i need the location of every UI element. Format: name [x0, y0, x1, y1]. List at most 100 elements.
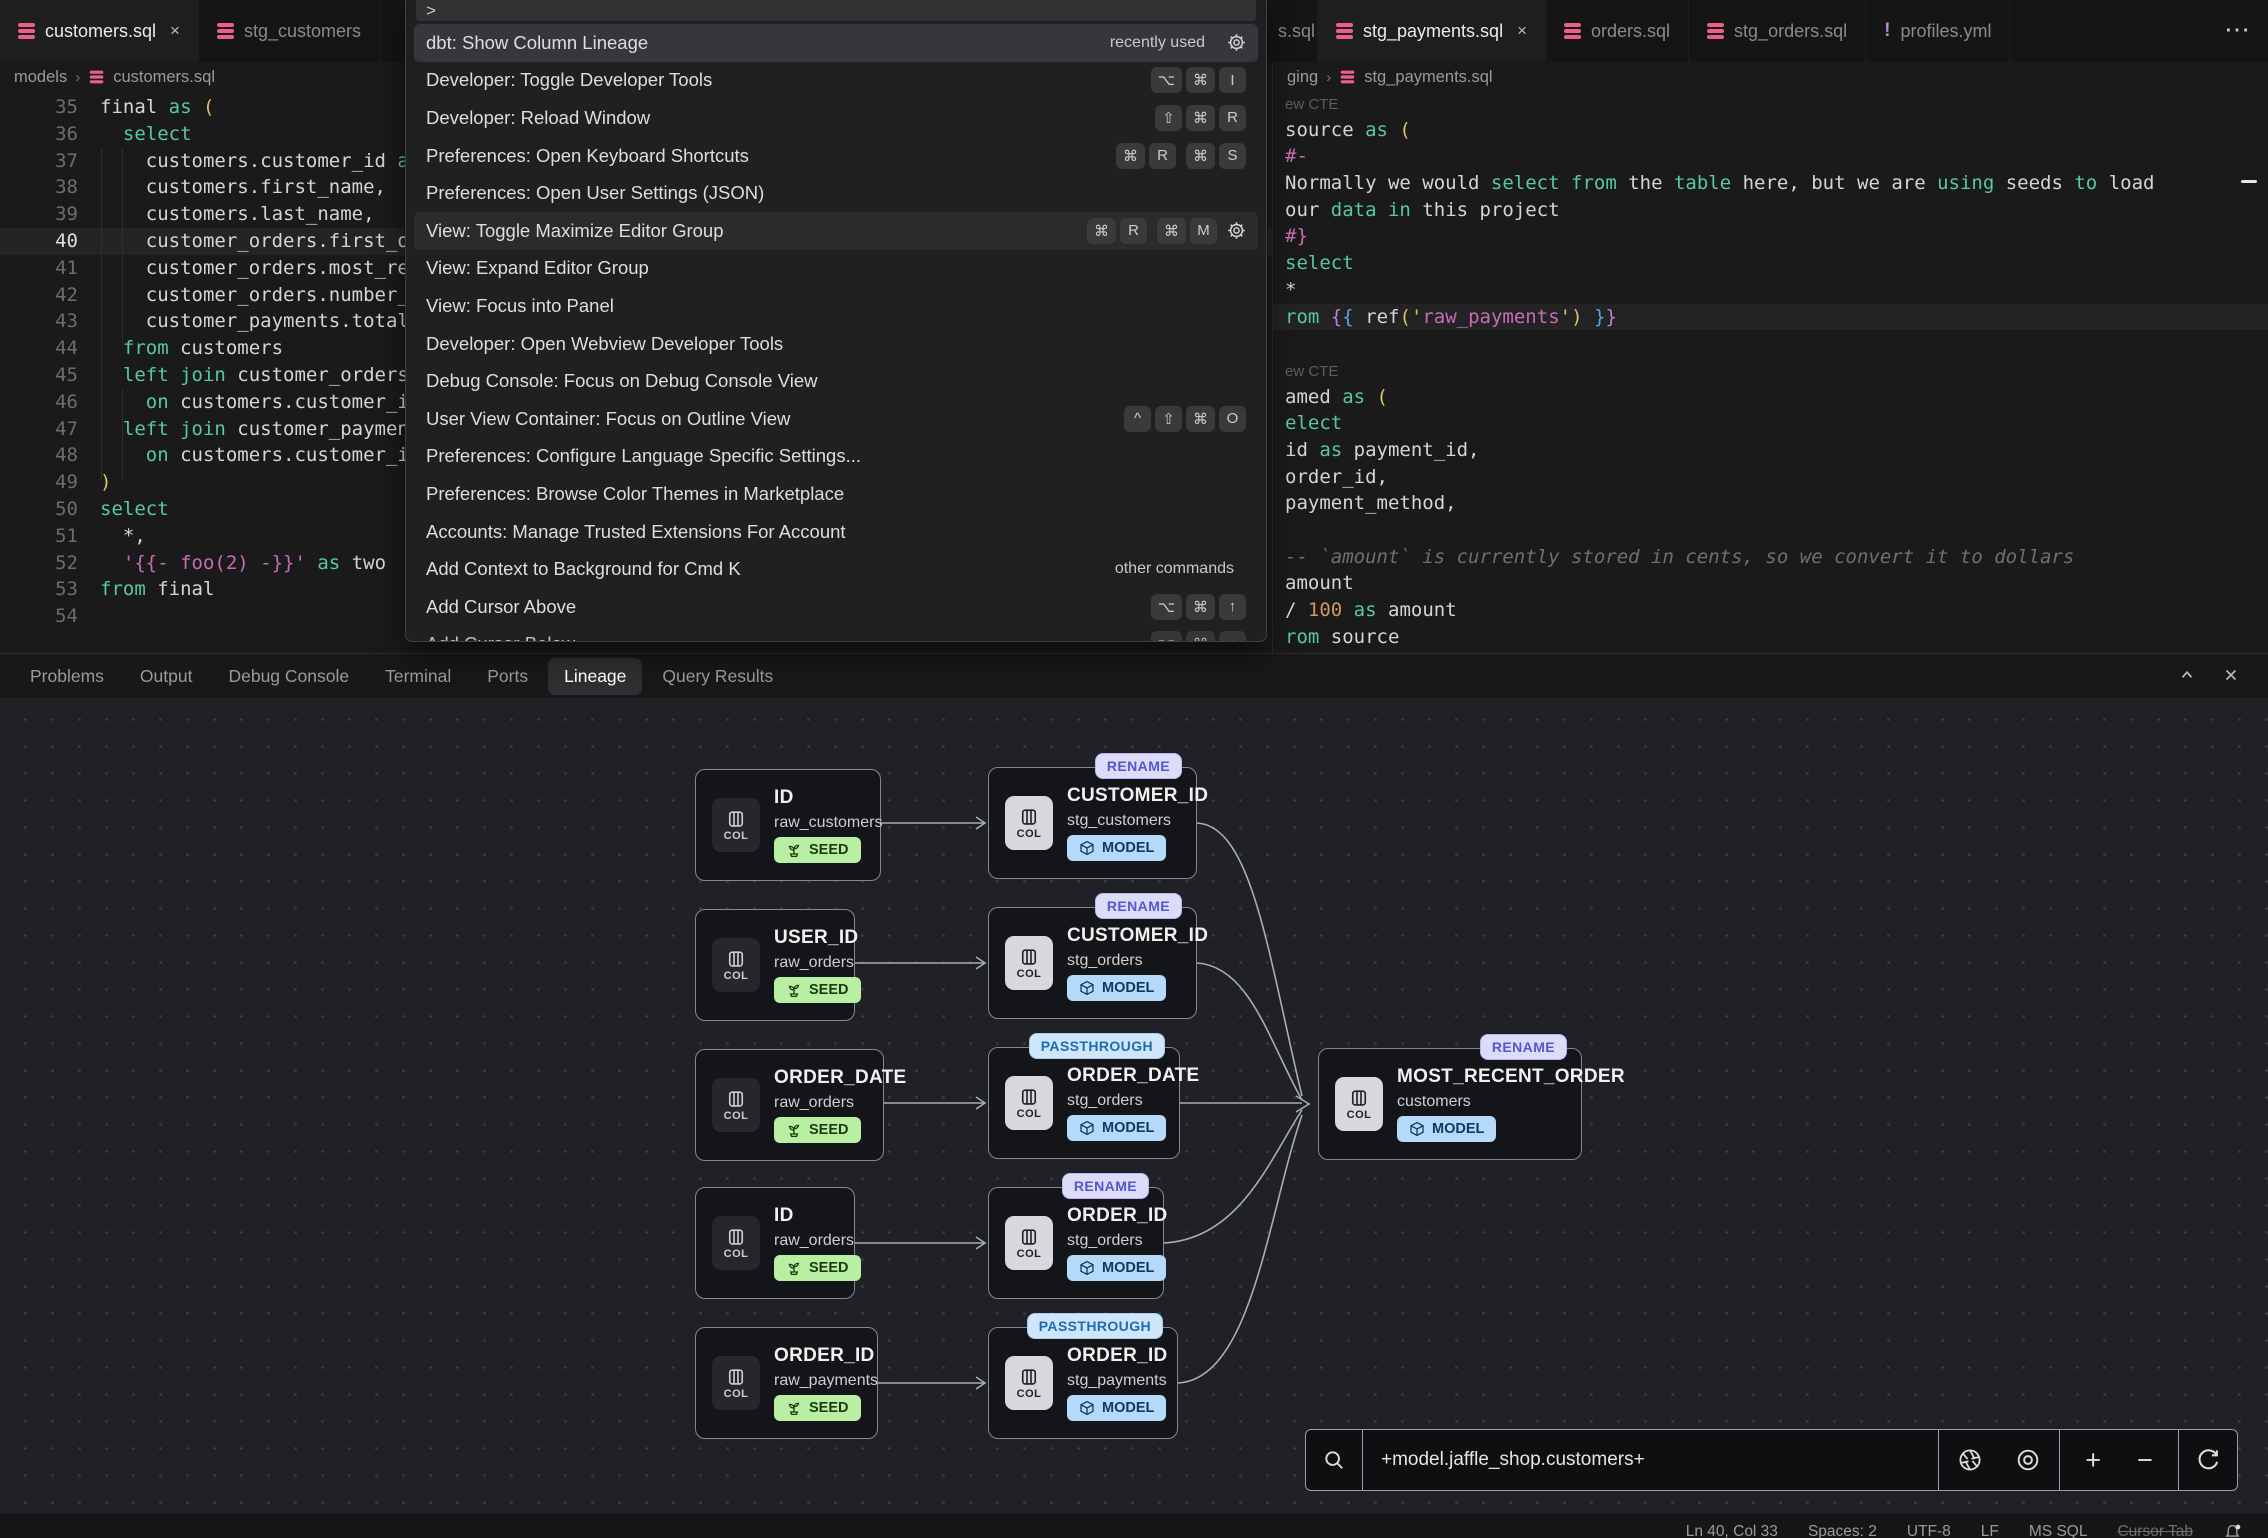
breadcrumb-file[interactable]: stg_payments.sql — [1364, 68, 1492, 87]
node-table: raw_customers — [774, 814, 882, 832]
gear-icon[interactable] — [1227, 33, 1246, 52]
code-line[interactable]: #} — [1273, 223, 2268, 250]
status-item[interactable]: LF — [1981, 1523, 1999, 1538]
code-line[interactable]: id as payment_id, — [1273, 437, 2268, 464]
code-line[interactable]: ew CTE — [1273, 90, 2268, 117]
status-item[interactable]: UTF-8 — [1907, 1523, 1951, 1538]
tab-stg-customers[interactable]: stg_customers — [199, 0, 380, 62]
code-line[interactable]: order_id, — [1273, 464, 2268, 491]
panel-tab-output[interactable]: Output — [140, 666, 193, 687]
tab-orders-sql[interactable]: orders.sql — [1546, 0, 1689, 62]
code-line[interactable]: elect — [1273, 410, 2268, 437]
code-area-stg-payments[interactable]: ew CTE source as (#-Normally we would sel… — [1273, 90, 2268, 650]
lineage-node-stg_orders-order_date[interactable]: PASSTHROUGHCOLORDER_DATEstg_ordersMODEL — [988, 1047, 1180, 1159]
code-line[interactable] — [1273, 330, 2268, 357]
code-line[interactable]: payment_method, — [1273, 490, 2268, 517]
editor-stg-payments[interactable]: ging › stg_payments.sql ew CTE source as … — [1272, 62, 2268, 653]
code-line[interactable]: source as ( — [1273, 117, 2268, 144]
lineage-node-stg_payments-order_id[interactable]: PASSTHROUGHCOLORDER_IDstg_paymentsMODEL — [988, 1327, 1178, 1439]
command-item[interactable]: Add Cursor Above⌥⌘↑ — [414, 588, 1258, 626]
panel-tab-query-results[interactable]: Query Results — [662, 666, 773, 687]
code-line[interactable]: -- `amount` is currently stored in cents… — [1273, 544, 2268, 571]
command-item[interactable]: Add Context to Background for Cmd Kother… — [414, 550, 1258, 588]
tab-stg-orders-sql[interactable]: stg_orders.sql — [1689, 0, 1866, 62]
lineage-search-input[interactable]: +model.jaffle_shop.customers+ — [1363, 1430, 1939, 1490]
tab-s-sql[interactable]: s.sql — [1272, 0, 1318, 62]
breadcrumb-folder[interactable]: ging — [1287, 68, 1318, 87]
code-line[interactable]: rom {{ ref('raw_payments') }} — [1273, 304, 2268, 331]
command-item[interactable]: Developer: Toggle Developer Tools⌥⌘I — [414, 62, 1258, 100]
chevron-up-icon[interactable] — [2178, 666, 2196, 684]
panel-tab-problems[interactable]: Problems — [30, 666, 104, 687]
codelens-label[interactable]: ew CTE — [1285, 96, 1338, 113]
code-line[interactable]: Normally we would select from the table … — [1273, 170, 2268, 197]
breadcrumb-file[interactable]: customers.sql — [113, 68, 215, 87]
close-icon[interactable]: × — [170, 21, 180, 41]
status-item[interactable]: MS SQL — [2029, 1523, 2088, 1538]
command-item[interactable]: User View Container: Focus on Outline Vi… — [414, 400, 1258, 438]
status-item[interactable]: Ln 40, Col 33 — [1686, 1523, 1778, 1538]
code-line[interactable]: / 100 as amount — [1273, 597, 2268, 624]
refresh-icon[interactable] — [2179, 1430, 2237, 1490]
command-item[interactable]: Developer: Reload Window⇧⌘R — [414, 99, 1258, 137]
breadcrumb[interactable]: ging › stg_payments.sql — [1273, 62, 2268, 92]
code-line[interactable]: #- — [1273, 143, 2268, 170]
node-table: raw_orders — [774, 1232, 861, 1250]
command-item[interactable]: Preferences: Open User Settings (JSON) — [414, 174, 1258, 212]
gear-icon[interactable] — [1227, 221, 1246, 240]
notifications-bell-icon[interactable] — [2223, 1523, 2242, 1538]
status-item[interactable]: Cursor Tab — [2117, 1523, 2193, 1538]
code-line[interactable]: rom source — [1273, 624, 2268, 651]
command-item[interactable]: Add Cursor Below⌥⌘↓ — [414, 626, 1258, 641]
lineage-node-raw_orders-user_id[interactable]: COLUSER_IDraw_ordersSEED — [695, 909, 855, 1021]
codelens-label[interactable]: ew CTE — [1285, 363, 1338, 380]
aperture-icon[interactable] — [1958, 1448, 1982, 1472]
command-item[interactable]: Preferences: Open Keyboard Shortcuts⌘R⌘S — [414, 137, 1258, 175]
code-line[interactable]: our data in this project — [1273, 197, 2268, 224]
line-number: 35 — [0, 94, 78, 121]
close-panel-icon[interactable] — [2222, 666, 2240, 684]
code-line[interactable]: amount — [1273, 570, 2268, 597]
lineage-node-stg_customers-customer_id[interactable]: RENAMECOLCUSTOMER_IDstg_customersMODEL — [988, 767, 1197, 879]
lineage-node-raw_payments-order_id[interactable]: COLORDER_IDraw_paymentsSEED — [695, 1327, 878, 1439]
lineage-node-raw_orders-id[interactable]: COLIDraw_ordersSEED — [695, 1187, 855, 1299]
command-item[interactable]: View: Expand Editor Group — [414, 250, 1258, 288]
code-line[interactable]: ew CTE — [1273, 357, 2268, 384]
command-item[interactable]: Debug Console: Focus on Debug Console Vi… — [414, 362, 1258, 400]
command-item[interactable]: View: Toggle Maximize Editor Group⌘R⌘M — [414, 212, 1258, 250]
panel-tab-debug-console[interactable]: Debug Console — [228, 666, 349, 687]
panel-tab-lineage[interactable]: Lineage — [548, 658, 642, 695]
focus-target-icon[interactable] — [2016, 1448, 2040, 1472]
node-title: ID — [774, 787, 882, 809]
command-item[interactable]: Preferences: Configure Language Specific… — [414, 438, 1258, 476]
more-actions-button[interactable]: ⋯ — [2224, 14, 2252, 45]
close-icon[interactable]: × — [1517, 21, 1527, 41]
lineage-node-raw_customers-id[interactable]: COLIDraw_customersSEED — [695, 769, 881, 881]
panel-tab-ports[interactable]: Ports — [487, 666, 528, 687]
command-input[interactable]: > — [416, 0, 1256, 21]
ide-window: customers.sql×stg_customers s.sqlstg_pay… — [0, 0, 2268, 1538]
lineage-node-stg_orders-order_id[interactable]: RENAMECOLORDER_IDstg_ordersMODEL — [988, 1187, 1164, 1299]
tab-profiles-yml[interactable]: !profiles.yml — [1866, 0, 2010, 62]
tab-customers-sql[interactable]: customers.sql× — [0, 0, 199, 62]
breadcrumb-folder[interactable]: models — [14, 68, 67, 87]
zoom-in-button[interactable]: + — [2085, 1445, 2101, 1476]
command-item[interactable]: Preferences: Browse Color Themes in Mark… — [414, 475, 1258, 513]
code-line[interactable]: amed as ( — [1273, 384, 2268, 411]
command-item[interactable]: Accounts: Manage Trusted Extensions For … — [414, 513, 1258, 551]
code-line[interactable]: * — [1273, 277, 2268, 304]
command-item[interactable]: dbt: Show Column Lineagerecently used — [414, 24, 1258, 62]
code-line[interactable]: select — [1273, 250, 2268, 277]
lineage-node-stg_orders-customer_id[interactable]: RENAMECOLCUSTOMER_IDstg_ordersMODEL — [988, 907, 1197, 1019]
lineage-node-customers-most_recent_order[interactable]: RENAMECOLMOST_RECENT_ORDERcustomersMODEL — [1318, 1048, 1582, 1160]
lineage-canvas[interactable]: COLIDraw_customersSEEDCOLUSER_IDraw_orde… — [0, 698, 2268, 1538]
panel-tab-terminal[interactable]: Terminal — [385, 666, 451, 687]
node-table: stg_payments — [1067, 1372, 1168, 1390]
tab-stg-payments-sql[interactable]: stg_payments.sql× — [1318, 0, 1546, 62]
status-item[interactable]: Spaces: 2 — [1808, 1523, 1877, 1538]
command-item[interactable]: Developer: Open Webview Developer Tools — [414, 325, 1258, 363]
code-line[interactable] — [1273, 517, 2268, 544]
command-item[interactable]: View: Focus into Panel — [414, 287, 1258, 325]
lineage-node-raw_orders-order_date[interactable]: COLORDER_DATEraw_ordersSEED — [695, 1049, 884, 1161]
zoom-out-button[interactable]: − — [2137, 1445, 2153, 1476]
